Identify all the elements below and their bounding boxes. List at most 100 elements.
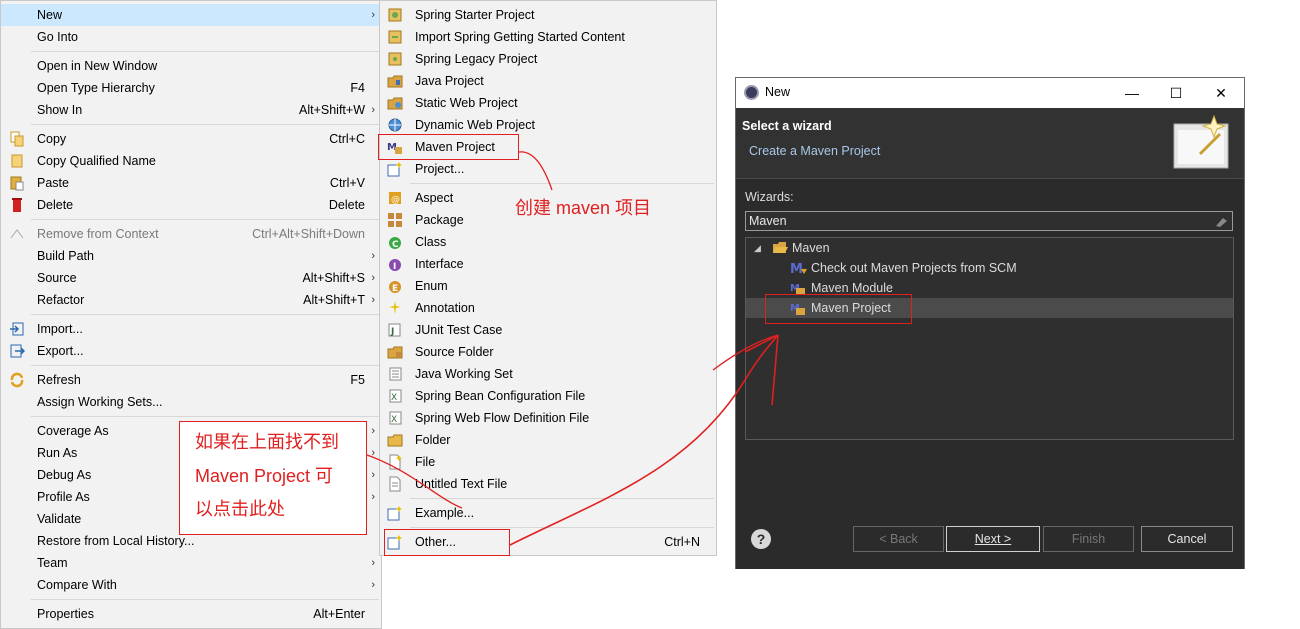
submenu-item-class[interactable]: C Class	[380, 231, 716, 253]
chevron-right-icon: ›	[371, 294, 375, 306]
menu-item-label: Source	[37, 271, 77, 285]
menu-item-compare-with[interactable]: Compare With ›	[1, 574, 381, 596]
menu-item-shortcut: Ctrl+Alt+Shift+Down	[252, 227, 365, 241]
submenu-item-label: Project...	[415, 162, 465, 176]
menu-item-shortcut: Alt+Shift+T	[303, 293, 365, 307]
menu-item-properties[interactable]: Properties Alt+Enter	[1, 603, 381, 625]
menu-separator	[410, 527, 714, 528]
menu-item-refresh[interactable]: Refresh F5	[1, 369, 381, 391]
menu-item-label: Assign Working Sets...	[37, 395, 163, 409]
menu-item-label: Open in New Window	[37, 59, 158, 73]
junit-icon: J	[387, 322, 403, 338]
submenu-item-untitled-text-file[interactable]: Untitled Text File	[380, 473, 716, 495]
menu-item-label: Team	[37, 556, 68, 570]
back-button[interactable]: < Back	[853, 526, 944, 552]
menu-item-source[interactable]: Source Alt+Shift+S ›	[1, 267, 381, 289]
header-divider	[736, 178, 1244, 179]
text-file-icon	[387, 476, 403, 492]
menu-item-shortcut: Alt+Shift+S	[302, 271, 365, 285]
tree-node-label: Check out Maven Projects from SCM	[811, 261, 1017, 275]
clear-filter-icon[interactable]	[1214, 215, 1228, 227]
menu-item-import[interactable]: Import...	[1, 318, 381, 340]
menu-item-go-into[interactable]: Go Into	[1, 26, 381, 48]
menu-item-shortcut: Ctrl+C	[329, 132, 365, 146]
submenu-item-spring-bean-config[interactable]: X Spring Bean Configuration File	[380, 385, 716, 407]
menu-item-open-in-new-window[interactable]: Open in New Window	[1, 55, 381, 77]
submenu-item-label: Spring Starter Project	[415, 8, 535, 22]
submenu-item-label: Dynamic Web Project	[415, 118, 535, 132]
menu-item-label: Compare With	[37, 578, 117, 592]
minimize-icon[interactable]: —	[1122, 83, 1142, 103]
submenu-item-label: Java Project	[415, 74, 484, 88]
submenu-item-java-working-set[interactable]: Java Working Set	[380, 363, 716, 385]
tree-node-maven[interactable]: ◢ Maven	[746, 238, 1233, 258]
import-icon	[9, 321, 25, 337]
svg-text:C: C	[392, 240, 399, 250]
menu-item-delete[interactable]: Delete Delete	[1, 194, 381, 216]
menu-item-shortcut: F5	[350, 373, 365, 387]
menu-item-shortcut: Delete	[328, 198, 365, 212]
menu-item-shortcut: Ctrl+V	[329, 176, 365, 190]
menu-item-show-in[interactable]: Show In Alt+Shift+W ›	[1, 99, 381, 121]
tree-node-checkout-maven-scm[interactable]: M Check out Maven Projects from SCM	[746, 258, 1233, 278]
menu-item-copy-qualified-name[interactable]: Copy Qualified Name	[1, 150, 381, 172]
expand-triangle-icon[interactable]: ◢	[754, 238, 761, 258]
help-icon[interactable]: ?	[751, 529, 771, 549]
menu-item-label: Refresh	[37, 373, 81, 387]
submenu-item-annotation[interactable]: Annotation	[380, 297, 716, 319]
menu-item-assign-working-sets[interactable]: Assign Working Sets...	[1, 391, 381, 413]
finish-button[interactable]: Finish	[1043, 526, 1134, 552]
submenu-item-junit-test-case[interactable]: J JUnit Test Case	[380, 319, 716, 341]
submenu-item-static-web-project[interactable]: Static Web Project	[380, 92, 716, 114]
submenu-item-example[interactable]: Example...	[380, 502, 716, 524]
submenu-item-folder[interactable]: Folder	[380, 429, 716, 451]
submenu-item-spring-webflow[interactable]: X Spring Web Flow Definition File	[380, 407, 716, 429]
header-subtitle: Create a Maven Project	[749, 144, 881, 158]
submenu-item-label: Import Spring Getting Started Content	[415, 30, 625, 44]
submenu-item-spring-legacy-project[interactable]: Spring Legacy Project	[380, 48, 716, 70]
copy-icon	[9, 131, 25, 147]
submenu-item-dynamic-web-project[interactable]: Dynamic Web Project	[380, 114, 716, 136]
aspect-icon: @	[387, 190, 403, 206]
submenu-item-source-folder[interactable]: Source Folder	[380, 341, 716, 363]
menu-item-label: Refactor	[37, 293, 85, 307]
submenu-item-java-project[interactable]: Java Project	[380, 70, 716, 92]
svg-text:I: I	[393, 262, 396, 272]
delete-icon	[9, 197, 25, 213]
chevron-right-icon: ›	[371, 447, 375, 459]
submenu-item-label: File	[415, 455, 436, 469]
menu-separator	[31, 124, 379, 125]
svg-text:J: J	[390, 327, 394, 337]
menu-item-copy[interactable]: Copy Ctrl+C	[1, 128, 381, 150]
menu-item-shortcut: Ctrl+N	[664, 535, 700, 549]
dialog-footer: ? < Back Next > Finish Cancel	[736, 511, 1244, 569]
menu-item-paste[interactable]: Paste Ctrl+V	[1, 172, 381, 194]
menu-separator	[31, 365, 379, 366]
maximize-icon[interactable]: ☐	[1166, 83, 1186, 103]
submenu-item-interface[interactable]: I Interface	[380, 253, 716, 275]
menu-item-export[interactable]: Export...	[1, 340, 381, 362]
wizard-filter-input[interactable]: Maven	[745, 211, 1233, 231]
submenu-item-label: Example...	[415, 506, 475, 520]
submenu-item-file[interactable]: File	[380, 451, 716, 473]
chevron-right-icon: ›	[371, 557, 375, 569]
annotation-box-maven-project	[378, 134, 519, 160]
wizard-banner-icon	[1170, 114, 1242, 172]
cancel-button[interactable]: Cancel	[1141, 526, 1233, 552]
submenu-item-spring-starter-project[interactable]: Spring Starter Project	[380, 4, 716, 26]
spring-import-icon	[387, 29, 403, 45]
menu-item-open-type-hierarchy[interactable]: Open Type Hierarchy F4	[1, 77, 381, 99]
menu-item-label: Paste	[37, 176, 69, 190]
menu-item-refactor[interactable]: Refactor Alt+Shift+T ›	[1, 289, 381, 311]
submenu-item-project[interactable]: Project...	[380, 158, 716, 180]
menu-item-new[interactable]: New ›	[1, 4, 381, 26]
submenu-item-import-spring-content[interactable]: Import Spring Getting Started Content	[380, 26, 716, 48]
close-icon[interactable]: ✕	[1211, 83, 1231, 103]
submenu-item-enum[interactable]: E Enum	[380, 275, 716, 297]
dialog-header: Select a wizard Create a Maven Project	[736, 108, 1244, 178]
menu-item-team[interactable]: Team ›	[1, 552, 381, 574]
spring-legacy-icon	[387, 51, 403, 67]
next-button[interactable]: Next >	[946, 526, 1040, 552]
menu-item-build-path[interactable]: Build Path ›	[1, 245, 381, 267]
submenu-item-label: Static Web Project	[415, 96, 518, 110]
